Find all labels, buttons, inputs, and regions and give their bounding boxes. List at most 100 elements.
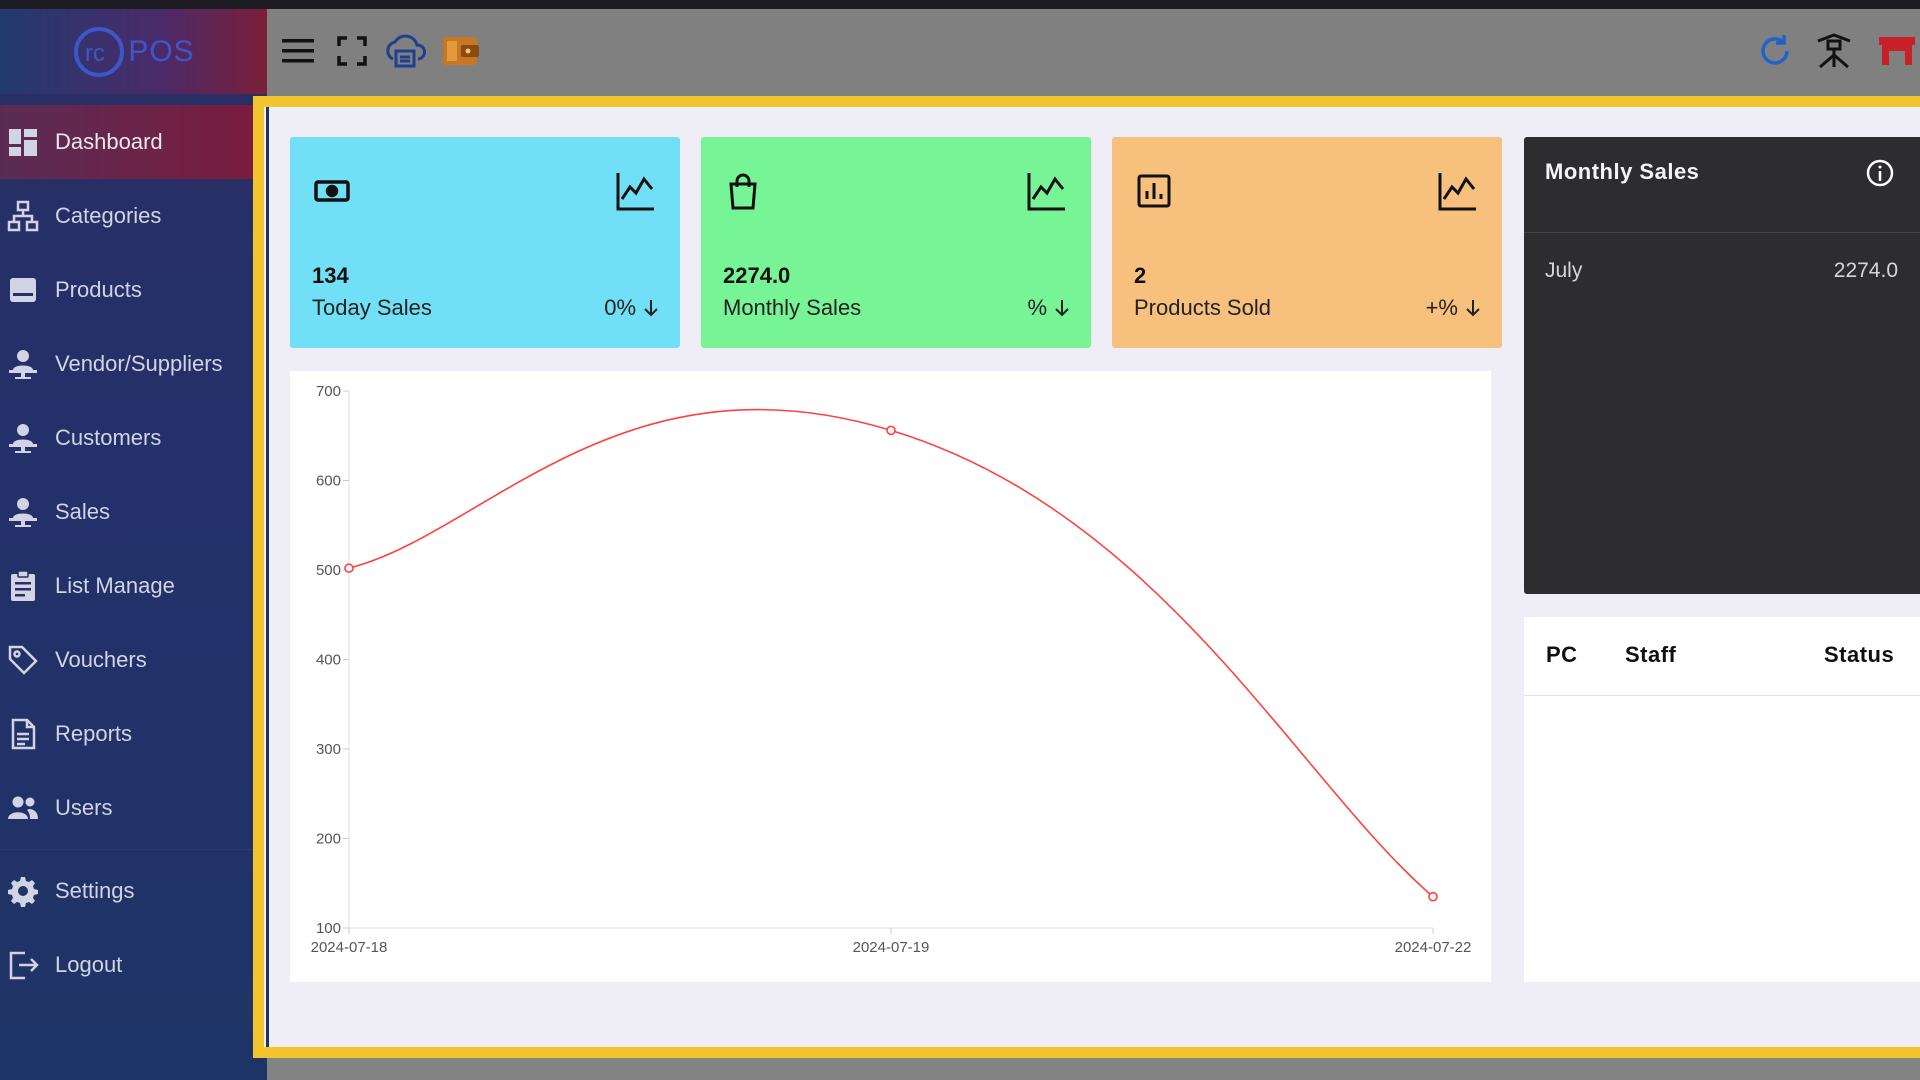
monthly-sales-panel: Monthly Sales July 2274.0	[1524, 137, 1920, 594]
pos-app: rc POS Dashboard Categories Products Vendor…	[0, 0, 1920, 1080]
sidebar-item-dashboard[interactable]: Dashboard	[0, 105, 253, 179]
sidebar-item-vendor-suppliers[interactable]: Vendor/Suppliers	[0, 327, 253, 401]
sidebar-item-label: Customers	[55, 425, 162, 450]
monthly-sales-amount: 2274.0	[1833, 259, 1898, 282]
x-tick-label: 2024-07-18	[311, 939, 388, 956]
logo-text: POS	[128, 34, 195, 68]
clipboard-icon	[6, 569, 40, 603]
logout-icon	[6, 948, 40, 982]
box-icon	[6, 273, 40, 307]
y-tick-label: 700	[316, 383, 341, 400]
shopping-bag-icon	[723, 171, 763, 211]
sidebar-item-customers[interactable]: Customers	[0, 401, 253, 475]
sidebar-item-label: Products	[55, 277, 142, 302]
person-desk-icon	[6, 347, 40, 381]
data-point	[344, 563, 354, 574]
refresh-icon[interactable]	[1753, 29, 1797, 73]
arrow-down-icon	[1055, 300, 1069, 317]
stat-label: Today Sales	[312, 295, 432, 320]
trend-chart-icon	[614, 169, 658, 213]
chart-svg: 700 600 500 400 300 200 100 2024-07-18 2024-07-1…	[311, 383, 1472, 956]
sidebar-item-sales[interactable]: Sales	[0, 475, 253, 549]
network-icon[interactable]	[1812, 29, 1856, 73]
nav-divider	[0, 849, 253, 850]
monthly-sales-title: Monthly Sales	[1545, 159, 1700, 184]
sidebar-item-vouchers[interactable]: Vouchers	[0, 623, 253, 697]
logo-area: rc POS	[0, 9, 267, 94]
sidebar-item-label: Logout	[55, 952, 123, 977]
y-tick-label: 100	[316, 920, 341, 937]
stat-card-today-sales[interactable]: 134 Today Sales 0%	[290, 137, 680, 348]
sidebar-nav: Dashboard Categories Products Vendor/Suppli…	[0, 105, 253, 1002]
column-header-status[interactable]: Status	[1824, 642, 1894, 668]
stat-card-monthly-sales[interactable]: 2274.0 Monthly Sales%	[701, 137, 1091, 348]
gear-icon	[6, 874, 40, 908]
sidebar-item-list-manage[interactable]: List Manage	[0, 549, 253, 623]
users-icon	[6, 791, 40, 825]
data-point	[1428, 891, 1438, 902]
column-header-pc[interactable]: PC	[1546, 642, 1578, 668]
sidebar-item-logout[interactable]: Logout	[0, 928, 253, 1002]
x-tick-label: 2024-07-22	[1395, 939, 1472, 956]
svg-text:rc: rc	[85, 40, 105, 67]
x-tick-label: 2024-07-19	[853, 939, 930, 956]
sidebar-item-label: Settings	[55, 878, 135, 903]
series-line	[348, 408, 1434, 898]
sidebar-item-label: Categories	[55, 203, 162, 228]
sidebar: rc POS Dashboard Categories Products Vendor…	[0, 9, 267, 1080]
sidebar-item-products[interactable]: Products	[0, 253, 253, 327]
sidebar-item-label: Users	[55, 795, 113, 820]
app-logo[interactable]: rc POS	[72, 25, 194, 79]
stat-card-products-sold[interactable]: 2 Products Sold +%	[1112, 137, 1502, 348]
stat-value: 134	[312, 263, 349, 288]
stat-change-value: +%	[1425, 295, 1458, 320]
stat-label: Products Sold	[1134, 295, 1271, 320]
sidebar-item-reports[interactable]: Reports	[0, 697, 253, 771]
sidebar-item-label: Sales	[55, 499, 111, 524]
stat-value: 2	[1134, 263, 1147, 288]
y-tick-label: 600	[316, 473, 341, 490]
column-header-staff[interactable]: Staff	[1625, 642, 1676, 668]
sidebar-item-settings[interactable]: Settings	[0, 854, 253, 928]
person-desk-icon	[6, 421, 40, 455]
sidebar-item-label: Dashboard	[55, 129, 163, 154]
sales-line-chart: 700 600 500 400 300 200 100 2024-07-18 2024-07-1…	[290, 371, 1491, 982]
y-tick-label: 400	[316, 652, 341, 669]
sidebar-item-label: Vendor/Suppliers	[55, 351, 223, 376]
y-tick-label: 500	[316, 562, 341, 579]
window-top-strip	[0, 0, 1920, 9]
sidebar-item-categories[interactable]: Categories	[0, 179, 253, 253]
sidebar-item-users[interactable]: Users	[0, 771, 253, 845]
y-tick-label: 200	[316, 831, 341, 848]
stat-change: %	[1027, 295, 1069, 321]
cloud-print-icon[interactable]	[383, 29, 427, 73]
wallet-icon[interactable]	[439, 29, 483, 73]
info-icon[interactable]	[1864, 157, 1896, 189]
staff-status-table: PC Staff Status	[1524, 617, 1920, 982]
sitemap-icon	[6, 199, 40, 233]
arrow-down-icon	[1466, 300, 1480, 317]
arrow-down-icon	[644, 300, 658, 317]
menu-icon[interactable]	[276, 29, 320, 73]
document-icon	[6, 717, 40, 751]
dashboard-icon	[6, 125, 40, 159]
monthly-sales-month: July	[1545, 259, 1583, 282]
cash-icon	[312, 171, 352, 211]
sidebar-item-label: Reports	[55, 721, 133, 746]
person-desk-icon	[6, 495, 40, 529]
trend-chart-icon	[1436, 169, 1480, 213]
stat-label: Monthly Sales	[723, 295, 862, 320]
sidebar-item-label: Vouchers	[55, 647, 147, 672]
table-header-divider	[1524, 695, 1920, 696]
stat-change: 0%	[604, 295, 658, 321]
fullscreen-icon[interactable]	[330, 29, 374, 73]
stat-change: +%	[1426, 295, 1480, 321]
trend-chart-icon	[1025, 169, 1069, 213]
data-point	[886, 425, 896, 436]
bottom-bar	[267, 1058, 1920, 1080]
stat-change-value: 0%	[604, 295, 636, 320]
store-icon[interactable]	[1877, 29, 1920, 73]
stat-change-value: %	[1027, 295, 1047, 320]
stat-value: 2274.0	[723, 263, 791, 288]
y-tick-label: 300	[316, 741, 341, 758]
